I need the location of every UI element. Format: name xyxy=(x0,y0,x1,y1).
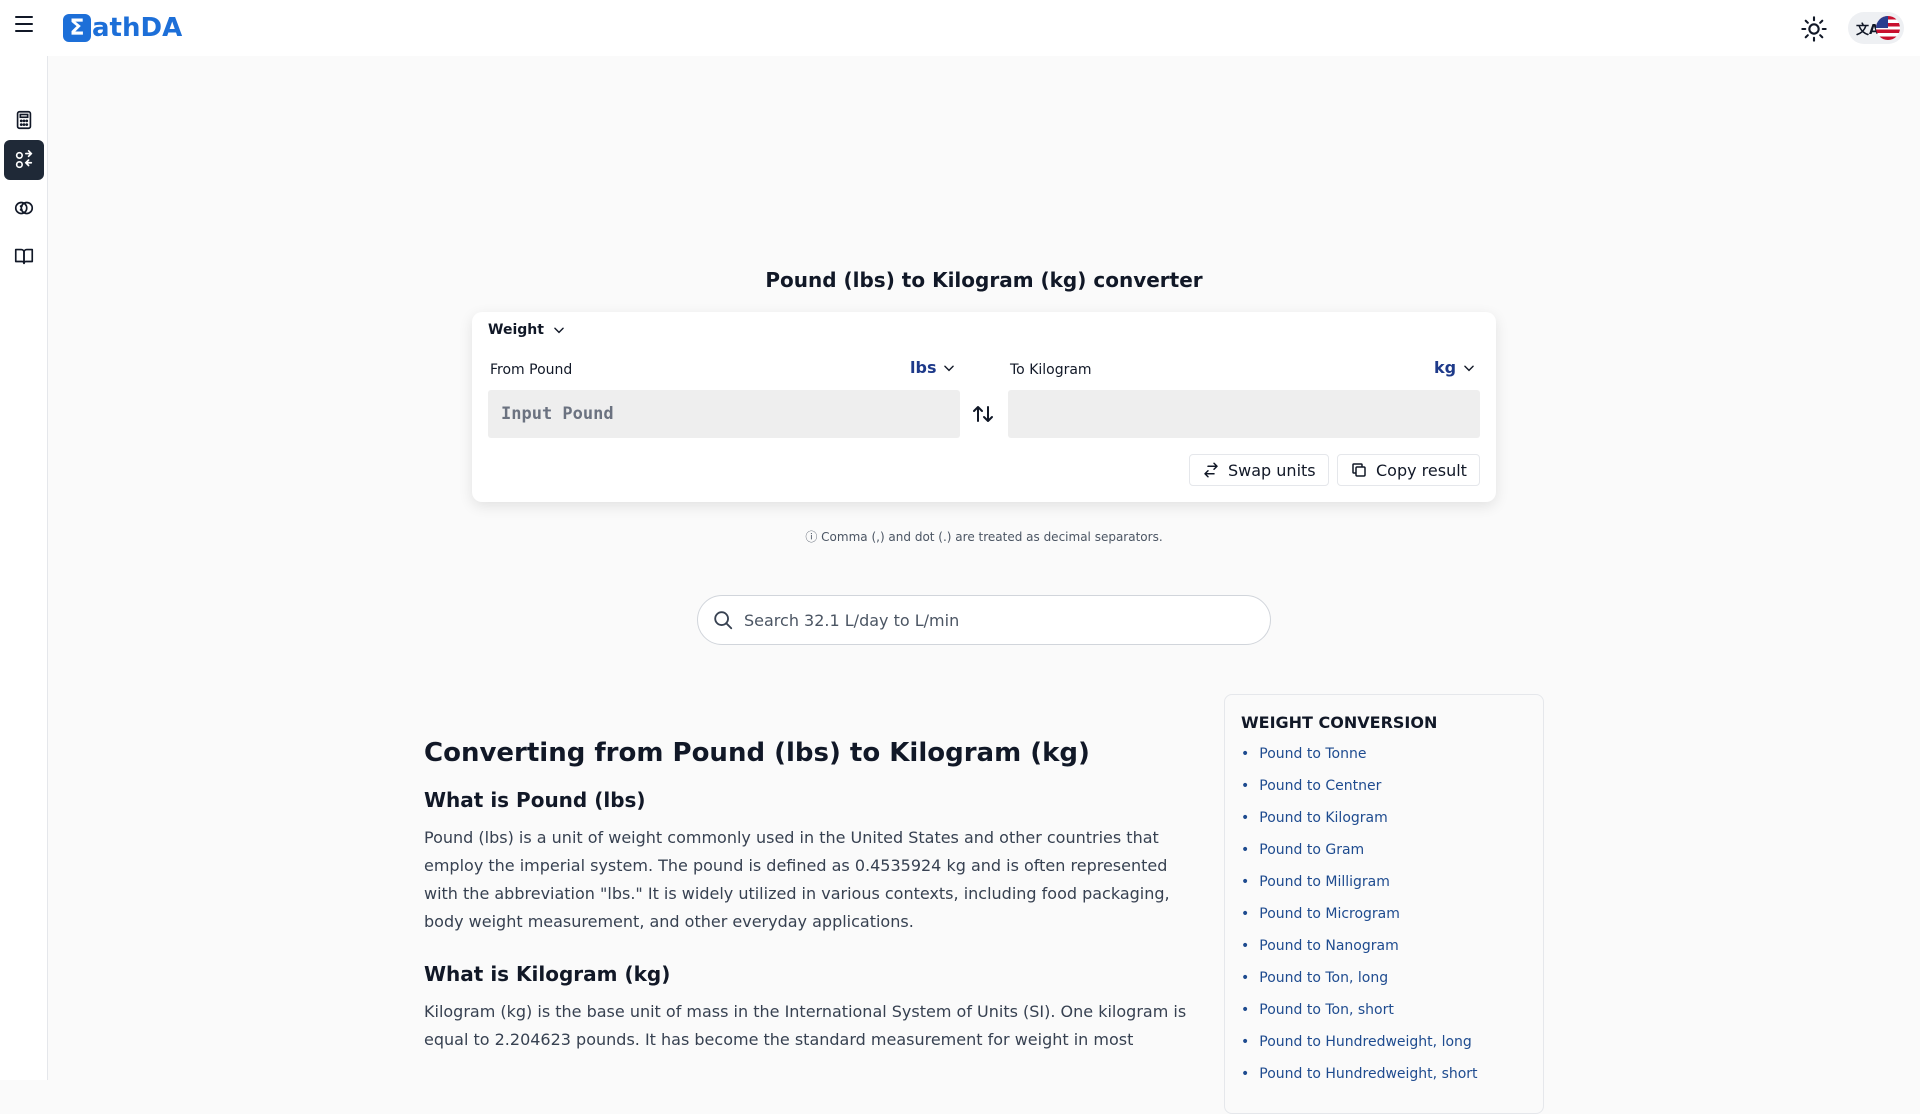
section-text-kilogram: Kilogram (kg) is the base unit of mass i… xyxy=(424,1002,1187,1049)
sidebar-item-converter[interactable] xyxy=(4,140,44,180)
chevron-down-icon xyxy=(944,365,955,371)
related-link[interactable]: Pound to Hundredweight, long xyxy=(1241,1026,1527,1058)
from-unit-value: lbs xyxy=(910,358,937,377)
sidebar-item-calculator[interactable] xyxy=(4,100,44,140)
from-unit-label: From Pound xyxy=(490,362,573,378)
sidebar-item-currency[interactable] xyxy=(4,188,44,228)
currency-icon xyxy=(14,201,34,215)
top-bar: Σ athDA 文A xyxy=(0,0,1920,56)
to-unit-value: kg xyxy=(1434,358,1457,377)
article: Converting from Pound (lbs) to Kilogram … xyxy=(424,738,1192,1080)
to-unit-label: To Kilogram xyxy=(1010,362,1092,378)
page-title: Pound (lbs) to Kilogram (kg) converter xyxy=(765,268,1203,292)
related-title: WEIGHT CONVERSION xyxy=(1241,713,1438,732)
to-unit-select[interactable]: kg xyxy=(1434,358,1476,377)
logo-mark: Σ xyxy=(63,14,91,42)
section-title-pound: What is Pound (lbs) xyxy=(424,788,646,812)
us-flag-icon xyxy=(1876,16,1900,40)
swap-arrows-icon[interactable] xyxy=(971,402,995,426)
category-select[interactable]: Weight xyxy=(488,322,566,338)
from-unit-select[interactable]: lbs xyxy=(910,358,956,377)
section-title-kilogram: What is Kilogram (kg) xyxy=(424,962,671,986)
category-label: Weight xyxy=(488,322,544,338)
weight-conversion-panel: WEIGHT CONVERSION Pound to Tonne Pound t… xyxy=(1224,694,1544,1114)
calculator-icon xyxy=(16,110,32,130)
copy-result-label: Copy result xyxy=(1376,460,1467,480)
section-text-pound: Pound (lbs) is a unit of weight commonly… xyxy=(424,828,1170,931)
language-button[interactable]: 文A xyxy=(1848,12,1904,44)
menu-icon[interactable] xyxy=(12,12,36,36)
swap-icon xyxy=(1204,462,1218,478)
converter-icon xyxy=(15,150,33,169)
related-link[interactable]: Pound to Nanogram xyxy=(1241,930,1527,962)
decimal-separator-note: ⓘ Comma (,) and dot (.) are treated as d… xyxy=(805,530,1163,544)
copy-result-button[interactable]: Copy result xyxy=(1337,454,1480,486)
related-link[interactable]: Pound to Milligram xyxy=(1241,866,1527,898)
chevron-down-icon xyxy=(1464,365,1474,371)
book-icon xyxy=(14,248,34,265)
related-link[interactable]: Pound to Microgram xyxy=(1241,898,1527,930)
search-input[interactable] xyxy=(744,610,1244,630)
related-link[interactable]: Pound to Centner xyxy=(1241,770,1527,802)
logo[interactable]: Σ athDA xyxy=(63,13,182,43)
sidebar xyxy=(0,56,48,1080)
swap-units-label: Swap units xyxy=(1228,460,1316,480)
logo-text: athDA xyxy=(92,13,183,43)
related-link[interactable]: Pound to Kilogram xyxy=(1241,802,1527,834)
sidebar-item-library[interactable] xyxy=(4,236,44,276)
article-heading: Converting from Pound (lbs) to Kilogram … xyxy=(424,738,1090,768)
swap-units-button[interactable]: Swap units xyxy=(1189,454,1329,486)
copy-icon xyxy=(1352,463,1366,477)
related-link[interactable]: Pound to Ton, long xyxy=(1241,962,1527,994)
chevron-down-icon xyxy=(554,327,564,334)
related-link[interactable]: Pound to Ton, short xyxy=(1241,994,1527,1026)
theme-toggle-button[interactable] xyxy=(1800,15,1828,43)
related-link[interactable]: Pound to Tonne xyxy=(1241,738,1527,770)
converter-card: Weight From Pound lbs To Kilogram kg Swa… xyxy=(472,312,1496,502)
search-bar[interactable] xyxy=(697,595,1271,645)
sun-icon xyxy=(1801,16,1827,42)
search-icon xyxy=(714,611,733,630)
related-link[interactable]: Pound to Hundredweight, short xyxy=(1241,1058,1527,1090)
related-link[interactable]: Pound to Gram xyxy=(1241,834,1527,866)
to-value-output[interactable] xyxy=(1008,390,1480,438)
related-links-list: Pound to Tonne Pound to Centner Pound to… xyxy=(1241,738,1527,1090)
from-value-input[interactable] xyxy=(488,390,960,438)
